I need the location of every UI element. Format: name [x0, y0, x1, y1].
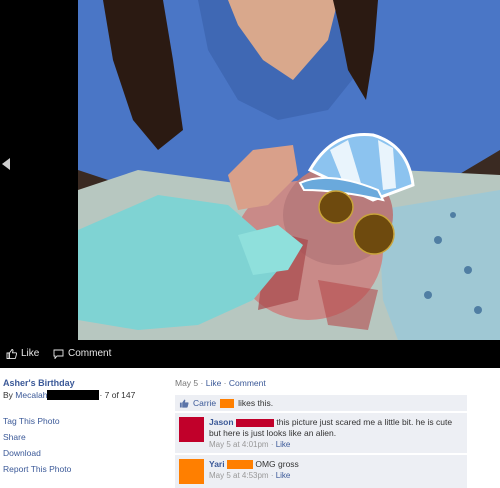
redaction-bar	[235, 418, 274, 427]
photo-info-column: Asher's Birthday By Mecalah · 7 of 147 T…	[3, 378, 163, 480]
thumbs-up-icon	[179, 398, 189, 408]
report-photo-link[interactable]: Report This Photo	[3, 464, 71, 474]
avatar[interactable]	[179, 417, 204, 442]
album-title[interactable]: Asher's Birthday	[3, 378, 163, 388]
byline-prefix: By	[3, 390, 13, 400]
viewer-comment-button[interactable]: Comment	[53, 348, 111, 359]
likes-suffix: likes this.	[238, 398, 274, 408]
previous-photo-arrow-icon[interactable]	[2, 158, 10, 170]
avatar[interactable]	[179, 459, 204, 484]
comment-like-link[interactable]: Like	[276, 471, 291, 480]
likes-summary: Carrie likes this.	[175, 395, 467, 411]
meta-comment-link[interactable]: Comment	[229, 378, 266, 388]
liker-name-link[interactable]: Carrie	[193, 398, 216, 408]
meta-separator: ·	[221, 378, 229, 388]
photo-actions-list: Tag This Photo Share Download Report Thi…	[3, 416, 163, 474]
redaction-bar	[226, 460, 253, 470]
feedback-column: May 5 · Like · Comment Carrie likes this…	[175, 378, 467, 488]
comment-bubble-icon	[53, 349, 64, 359]
thumbs-up-icon	[6, 348, 17, 359]
comment-time-row: May 5 at 4:53pm · Like	[209, 471, 291, 480]
author-link[interactable]: Mecalah	[15, 390, 47, 400]
redaction-bar	[220, 398, 235, 408]
comment-item: Yari OMG gross May 5 at 4:53pm · Like	[175, 455, 467, 488]
comment-item: Jason this picture just scared me a litt…	[175, 413, 467, 453]
photo[interactable]	[78, 0, 500, 340]
comment-timestamp: May 5 at 4:01pm	[209, 440, 269, 449]
share-link[interactable]: Share	[3, 432, 26, 442]
commenter-name-link[interactable]: Yari	[209, 459, 225, 469]
meta-separator: ·	[198, 378, 206, 388]
comment-like-link[interactable]: Like	[276, 440, 291, 449]
viewer-comment-label: Comment	[68, 348, 112, 359]
commenter-name-link[interactable]: Jason	[209, 417, 234, 427]
photo-date: May 5	[175, 378, 199, 388]
tag-photo-link[interactable]: Tag This Photo	[3, 416, 60, 426]
photo-viewer: Like Comment	[0, 0, 500, 368]
comment-time-row: May 5 at 4:01pm · Like	[209, 440, 291, 449]
photo-meta: May 5 · Like · Comment	[175, 378, 467, 388]
viewer-like-button[interactable]: Like	[6, 348, 39, 359]
photo-position: · 7 of 147	[99, 390, 136, 400]
photo-action-bar: Like Comment	[0, 340, 500, 368]
photo-illustration	[78, 0, 500, 340]
comment-text: OMG gross	[255, 459, 299, 469]
download-link[interactable]: Download	[3, 448, 41, 458]
comment-timestamp: May 5 at 4:53pm	[209, 471, 269, 480]
photo-byline: By Mecalah · 7 of 147	[3, 390, 163, 400]
meta-like-link[interactable]: Like	[206, 378, 222, 388]
viewer-like-label: Like	[21, 348, 40, 359]
redaction-bar	[47, 390, 100, 400]
